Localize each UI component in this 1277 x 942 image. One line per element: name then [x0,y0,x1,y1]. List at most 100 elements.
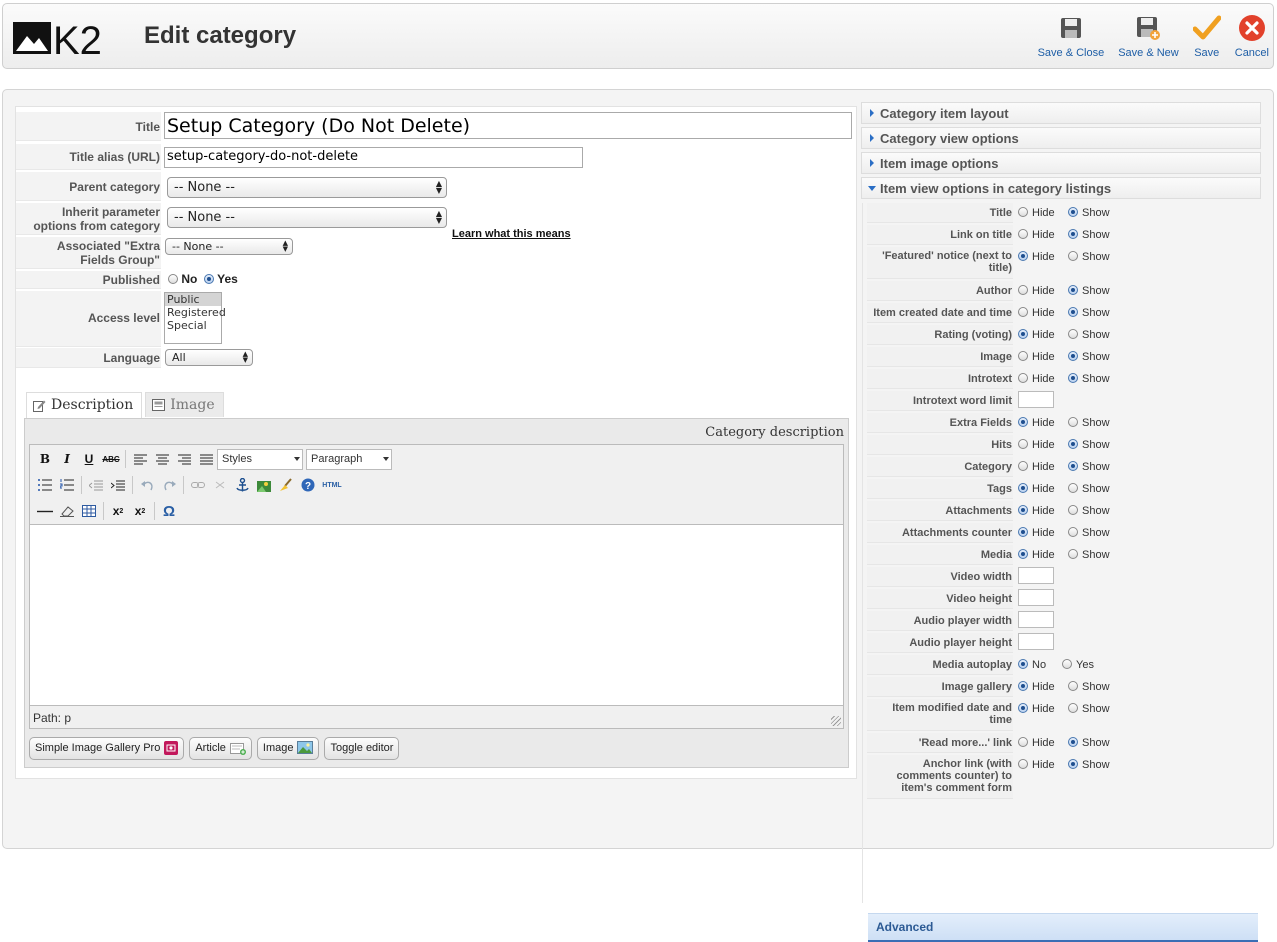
option-show-radio[interactable] [1068,737,1078,747]
accordion-item-view-options[interactable]: Item view options in category listings [861,177,1261,199]
option-show-radio[interactable] [1068,461,1078,471]
align-justify-icon[interactable] [195,449,217,469]
insert-image-icon[interactable] [253,475,275,495]
option-hide-radio[interactable] [1018,703,1028,713]
option-hide-radio[interactable] [1018,483,1028,493]
html-source-icon[interactable]: HTML [319,475,345,495]
accordion-category-view-options[interactable]: Category view options [861,127,1261,149]
option-hide-radio[interactable] [1018,285,1028,295]
option-hide-radio[interactable] [1018,681,1028,691]
language-select[interactable]: All ▲ ▼ [165,349,253,366]
option-hide-radio[interactable] [1018,329,1028,339]
option-no-radio[interactable] [1018,659,1028,669]
option-hide-radio[interactable] [1018,307,1028,317]
option-show-radio[interactable] [1068,681,1078,691]
accordion-item-image-options[interactable]: Item image options [861,152,1261,174]
option-show-radio[interactable] [1068,549,1078,559]
option-text-input[interactable] [1018,589,1054,606]
option-show-radio[interactable] [1068,527,1078,537]
option-show-radio[interactable] [1068,351,1078,361]
option-hide-radio[interactable] [1018,439,1028,449]
option-yes-radio[interactable] [1062,659,1072,669]
parent-category-select[interactable]: -- None -- ▲ ▼ [167,177,447,198]
italic-icon[interactable]: I [56,449,78,469]
save-button[interactable]: Save [1192,14,1221,64]
option-hide-radio[interactable] [1018,207,1028,217]
bullet-list-icon[interactable] [34,475,56,495]
option-show-radio[interactable] [1068,703,1078,713]
option-show-radio[interactable] [1068,285,1078,295]
tab-image[interactable]: Image [145,392,224,417]
option-show-radio[interactable] [1068,417,1078,427]
option-show-radio[interactable] [1068,759,1078,769]
option-show-radio[interactable] [1068,251,1078,261]
extra-fields-group-select[interactable]: -- None -- ▲ ▼ [165,238,293,255]
strikethrough-icon[interactable]: ABC [100,449,122,469]
unlink-icon[interactable] [209,475,231,495]
option-show-radio[interactable] [1068,329,1078,339]
learn-what-this-means-link[interactable]: Learn what this means [452,228,571,240]
access-option[interactable]: Special [165,319,221,332]
format-select[interactable]: Paragraph [306,448,392,470]
published-yes-radio[interactable] [204,274,215,284]
option-hide-radio[interactable] [1018,373,1028,383]
numbered-list-icon[interactable] [56,475,78,495]
alias-input[interactable]: setup-category-do-not-delete [164,147,583,168]
article-button[interactable]: Article [189,737,252,760]
image-button[interactable]: Image [256,737,320,760]
link-icon[interactable] [187,475,209,495]
option-hide-radio[interactable] [1018,737,1028,747]
option-text-input[interactable] [1018,567,1054,584]
tab-description[interactable]: Description [26,392,143,418]
access-level-list[interactable]: Public Registered Special [164,292,226,344]
simple-image-gallery-button[interactable]: Simple Image Gallery Pro [29,737,185,760]
styles-select[interactable]: Styles [217,448,303,470]
option-hide-radio[interactable] [1018,527,1028,537]
superscript-icon[interactable]: x2 [129,501,151,521]
option-show-radio[interactable] [1068,307,1078,317]
option-hide-radio[interactable] [1018,251,1028,261]
option-show-radio[interactable] [1068,483,1078,493]
undo-icon[interactable] [136,475,158,495]
table-icon[interactable] [78,501,100,521]
option-show-radio[interactable] [1068,229,1078,239]
option-show-radio[interactable] [1068,373,1078,383]
inherit-select[interactable]: -- None -- ▲ ▼ [167,207,447,228]
accordion-category-item-layout[interactable]: Category item layout [861,102,1261,124]
option-hide-radio[interactable] [1018,417,1028,427]
bold-icon[interactable]: B [34,449,56,469]
horizontal-rule-icon[interactable] [34,501,56,521]
indent-icon[interactable] [107,475,129,495]
option-show-radio[interactable] [1068,505,1078,515]
option-show-radio[interactable] [1068,439,1078,449]
access-option[interactable]: Public [165,293,221,306]
save-close-button[interactable]: Save & Close [1038,14,1104,64]
cleanup-icon[interactable] [275,475,297,495]
accordion-advanced[interactable]: Advanced [868,913,1258,941]
remove-format-icon[interactable] [56,501,78,521]
option-hide-radio[interactable] [1018,505,1028,515]
option-hide-radio[interactable] [1018,549,1028,559]
title-input[interactable]: Setup Category (Do Not Delete) [164,112,852,139]
align-left-icon[interactable] [129,449,151,469]
cancel-button[interactable]: Cancel [1235,14,1269,64]
align-right-icon[interactable] [173,449,195,469]
option-text-input[interactable] [1018,611,1054,628]
option-text-input[interactable] [1018,633,1054,650]
option-hide-radio[interactable] [1018,229,1028,239]
editor-content-area[interactable] [30,524,843,706]
option-text-input[interactable] [1018,391,1054,408]
resize-grip-icon[interactable] [831,716,841,726]
option-hide-radio[interactable] [1018,351,1028,361]
special-character-icon[interactable]: Ω [158,501,180,521]
option-show-radio[interactable] [1068,207,1078,217]
access-option[interactable]: Registered [165,306,226,319]
published-no-radio[interactable] [168,274,178,284]
option-hide-radio[interactable] [1018,759,1028,769]
anchor-icon[interactable] [231,475,253,495]
toggle-editor-button[interactable]: Toggle editor [324,737,400,760]
subscript-icon[interactable]: x2 [107,501,129,521]
save-new-button[interactable]: Save & New [1118,14,1179,64]
outdent-icon[interactable] [85,475,107,495]
option-hide-radio[interactable] [1018,461,1028,471]
